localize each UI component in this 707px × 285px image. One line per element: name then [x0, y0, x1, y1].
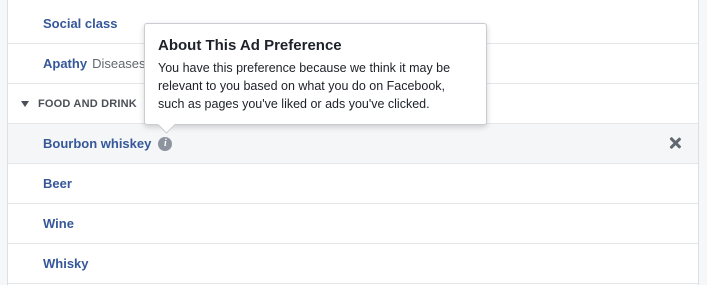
list-item-wine[interactable]: Wine — [8, 204, 698, 244]
item-label[interactable]: Wine — [43, 216, 74, 231]
tooltip-body: You have this preference because we thin… — [158, 61, 451, 111]
item-label[interactable]: Beer — [43, 176, 72, 191]
list-item-whisky[interactable]: Whisky — [8, 244, 698, 284]
item-label[interactable]: Whisky — [43, 256, 89, 271]
ad-preference-tooltip: About This Ad Preference You have this p… — [144, 23, 487, 134]
tooltip-title: About This Ad Preference — [158, 37, 342, 54]
item-label[interactable]: Social class — [43, 16, 117, 31]
info-icon[interactable]: i — [158, 136, 173, 151]
caret-down-icon[interactable] — [21, 100, 29, 107]
item-label[interactable]: Apathy — [43, 56, 87, 71]
item-label[interactable]: Bourbon whiskey — [43, 136, 151, 151]
close-icon[interactable] — [668, 136, 682, 150]
list-item-beer[interactable]: Beer — [8, 164, 698, 204]
item-category: Diseases — [92, 56, 146, 71]
section-label[interactable]: FOOD AND DRINK — [38, 98, 137, 110]
list-item-bourbon-whiskey[interactable]: Bourbon whiskey i — [8, 124, 698, 164]
